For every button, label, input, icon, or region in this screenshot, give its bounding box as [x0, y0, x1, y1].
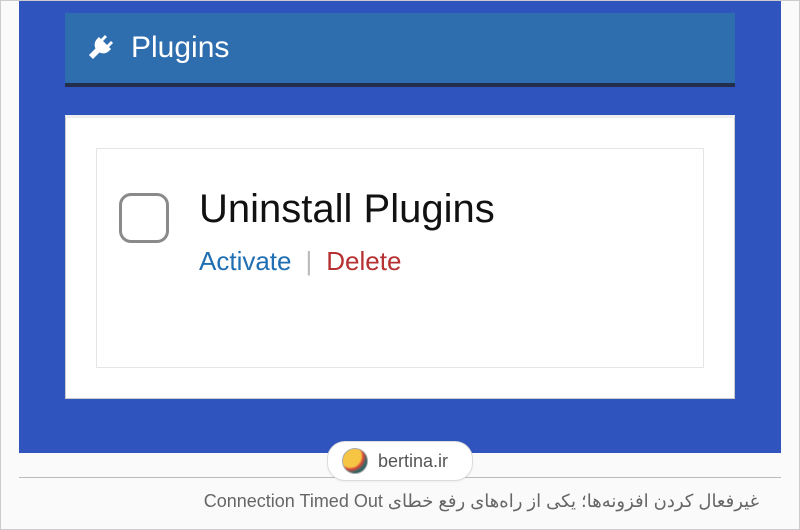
- plugin-row: Uninstall Plugins Activate | Delete: [96, 148, 704, 368]
- brand-badge: bertina.ir: [327, 441, 473, 481]
- delete-link[interactable]: Delete: [326, 246, 401, 277]
- plugin-title: Uninstall Plugins: [199, 187, 495, 232]
- brand-text: bertina.ir: [378, 451, 448, 472]
- bertina-logo-icon: [342, 448, 368, 474]
- header-divider: [65, 83, 735, 87]
- header-title: Plugins: [131, 31, 229, 65]
- plug-icon: [83, 31, 117, 65]
- plugin-card: Uninstall Plugins Activate | Delete: [65, 115, 735, 399]
- plugin-actions: Activate | Delete: [199, 246, 495, 277]
- plugins-header: Plugins: [65, 13, 735, 83]
- action-separator: |: [306, 246, 313, 277]
- activate-link[interactable]: Activate: [199, 246, 292, 277]
- image-caption: غیرفعال کردن افزونه‌ها؛ یکی از راه‌های ر…: [1, 491, 781, 512]
- plugin-checkbox[interactable]: [119, 193, 169, 243]
